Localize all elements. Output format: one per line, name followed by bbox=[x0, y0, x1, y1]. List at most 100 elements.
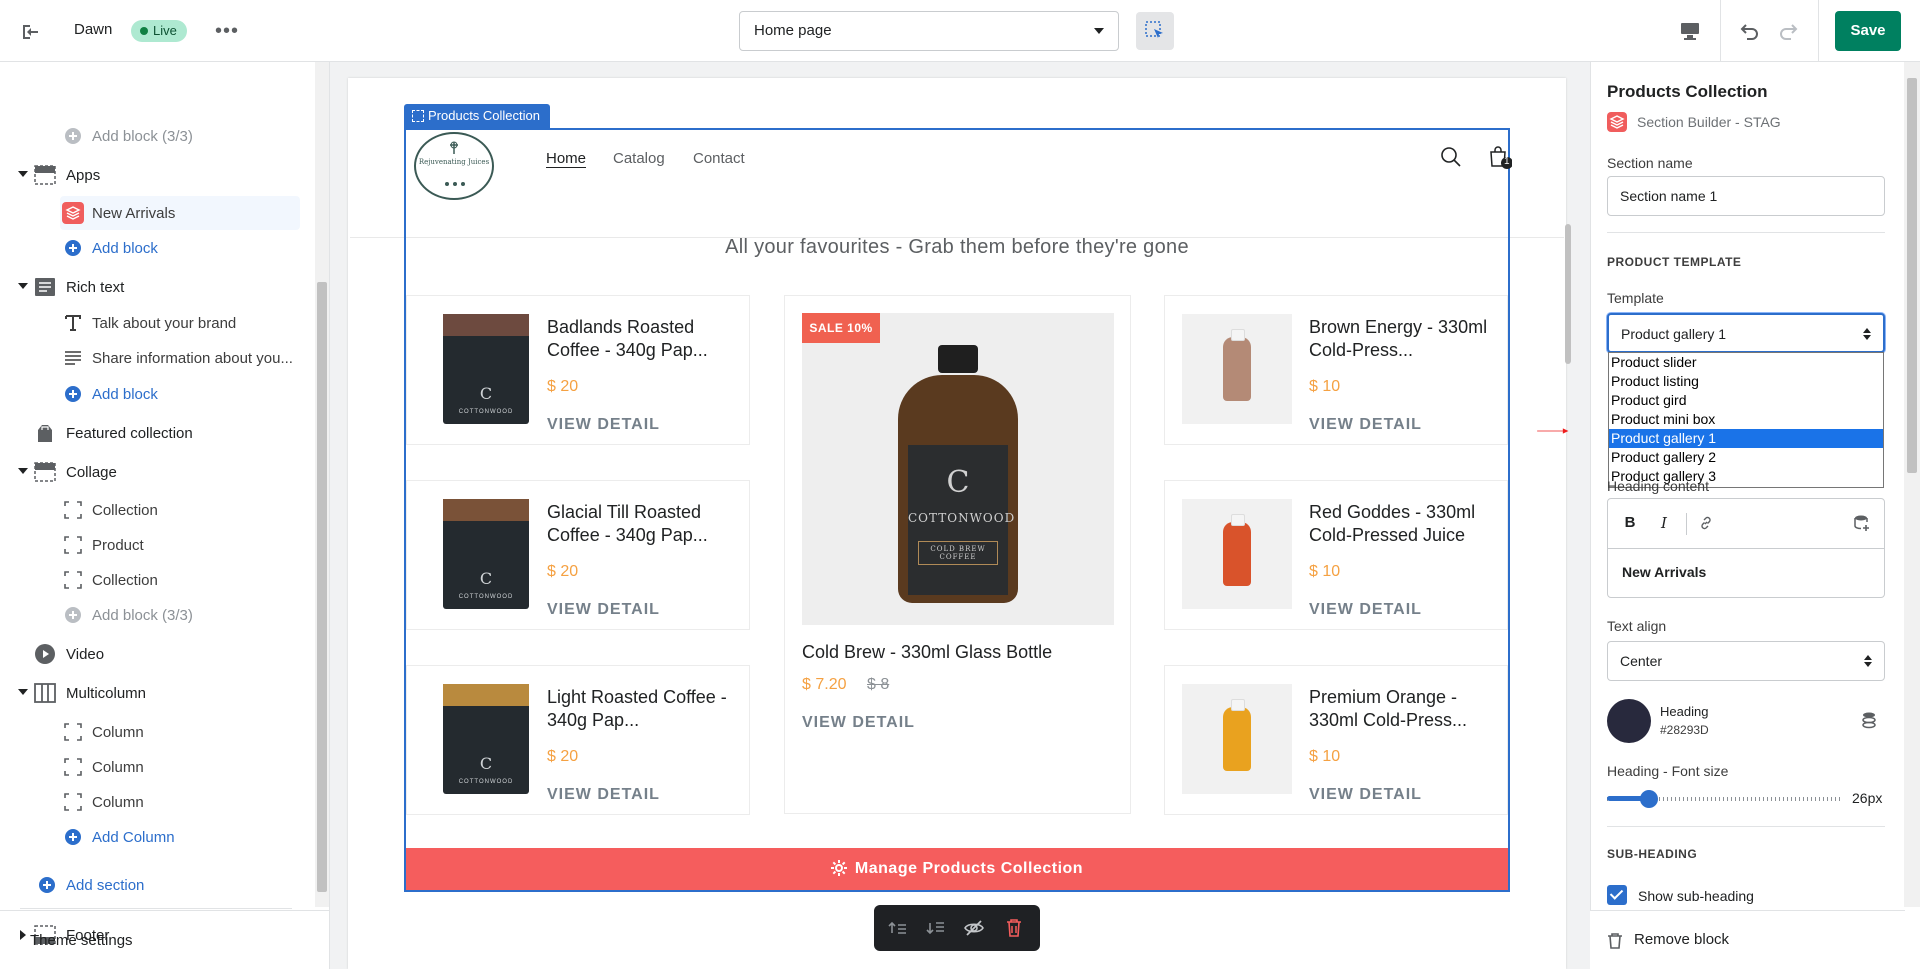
redo-icon[interactable] bbox=[1774, 18, 1802, 44]
template-select-value: Product gallery 1 bbox=[1621, 326, 1727, 342]
manage-products-collection-button[interactable]: Manage Products Collection bbox=[406, 848, 1508, 890]
sidebar-item-video[interactable]: Video bbox=[0, 637, 315, 671]
page-selector[interactable]: Home page bbox=[739, 11, 1119, 51]
sidebar-item-rich-text[interactable]: Rich text bbox=[0, 270, 315, 304]
view-detail-link[interactable]: VIEW DETAIL bbox=[1309, 601, 1422, 619]
product-title[interactable]: Light Roasted Coffee - 340g Pap... bbox=[547, 686, 737, 732]
exit-icon[interactable] bbox=[18, 20, 42, 44]
scrollbar-thumb[interactable] bbox=[1907, 78, 1917, 473]
desktop-preview-icon[interactable] bbox=[1676, 18, 1704, 44]
view-detail-link[interactable]: VIEW DETAIL bbox=[1309, 416, 1422, 434]
product-title[interactable]: Red Goddes - 330ml Cold-Pressed Juice bbox=[1309, 501, 1499, 547]
product-image[interactable]: C COTTONWOOD COLD BREW COFFEE bbox=[802, 313, 1114, 625]
search-icon[interactable] bbox=[1440, 146, 1462, 168]
move-down-icon[interactable] bbox=[924, 916, 948, 940]
template-option[interactable]: Product slider bbox=[1609, 353, 1883, 372]
template-option[interactable]: Product mini box bbox=[1609, 410, 1883, 429]
sidebar-item-product[interactable]: Product bbox=[0, 528, 315, 562]
product-title[interactable]: Brown Energy - 330ml Cold-Press... bbox=[1309, 316, 1499, 362]
sidebar-item-new-arrivals[interactable]: New Arrivals bbox=[60, 196, 300, 230]
sidebar-scrollbar[interactable] bbox=[315, 62, 329, 907]
view-detail-link[interactable]: VIEW DETAIL bbox=[547, 601, 660, 619]
sidebar-item-column[interactable]: Column bbox=[0, 785, 315, 819]
product-image[interactable]: C COTTONWOOD bbox=[431, 684, 541, 794]
font-size-slider[interactable] bbox=[1607, 790, 1843, 808]
view-detail-link[interactable]: VIEW DETAIL bbox=[802, 714, 915, 732]
template-option[interactable]: Product gallery 1 bbox=[1609, 429, 1883, 448]
product-card[interactable]: C COTTONWOOD Glacial Till Roasted Coffee -… bbox=[406, 480, 750, 630]
remove-block-button[interactable]: Remove block bbox=[1590, 910, 1905, 969]
product-image[interactable] bbox=[1182, 314, 1292, 424]
store-logo[interactable]: Rejuvenating Juices bbox=[414, 132, 494, 200]
add-section-button[interactable]: Add section bbox=[0, 868, 315, 902]
chevron-down-icon[interactable] bbox=[18, 689, 28, 695]
heading-color-swatch[interactable] bbox=[1607, 699, 1651, 743]
chevron-down-icon[interactable] bbox=[18, 171, 28, 177]
view-detail-link[interactable]: VIEW DETAIL bbox=[547, 416, 660, 434]
product-card[interactable]: Red Goddes - 330ml Cold-Pressed Juice $ 1… bbox=[1164, 480, 1508, 630]
template-dropdown-options[interactable]: Product slider Product listing Product gir… bbox=[1608, 352, 1884, 488]
template-label: Template bbox=[1607, 290, 1664, 306]
sidebar-item-label: Multicolumn bbox=[66, 684, 147, 702]
save-button[interactable]: Save bbox=[1835, 11, 1901, 51]
product-title[interactable]: Cold Brew - 330ml Glass Bottle bbox=[802, 642, 1052, 663]
product-image[interactable]: C COTTONWOOD bbox=[431, 314, 541, 424]
nav-link-catalog[interactable]: Catalog bbox=[613, 150, 665, 167]
nav-link-home[interactable]: Home bbox=[546, 150, 587, 168]
sidebar-item-share-information-about-you[interactable]: Share information about you... bbox=[0, 341, 315, 375]
sidebar-item-column[interactable]: Column bbox=[0, 715, 315, 749]
sidebar-item-column[interactable]: Column bbox=[0, 750, 315, 784]
hide-section-icon[interactable] bbox=[962, 916, 986, 940]
product-title[interactable]: Glacial Till Roasted Coffee - 340g Pap..… bbox=[547, 501, 737, 547]
product-card[interactable]: Brown Energy - 330ml Cold-Press... $ 10 VI… bbox=[1164, 295, 1508, 445]
move-up-icon[interactable] bbox=[886, 916, 910, 940]
product-card[interactable]: C COTTONWOOD Light Roasted Coffee - 340g P… bbox=[406, 665, 750, 815]
product-title[interactable]: Badlands Roasted Coffee - 340g Pap... bbox=[547, 316, 737, 362]
cart-icon[interactable]: 1 bbox=[1486, 144, 1512, 170]
panel-scrollbar[interactable] bbox=[1904, 62, 1920, 907]
featured-product-card[interactable]: C COTTONWOOD COLD BREW COFFEE SALE 10% C… bbox=[784, 295, 1131, 814]
product-title[interactable]: Premium Orange - 330ml Cold-Press... bbox=[1309, 686, 1499, 732]
text-align-select[interactable]: Center bbox=[1607, 641, 1885, 681]
sidebar-item-collection[interactable]: Collection bbox=[0, 493, 315, 527]
product-image[interactable] bbox=[1182, 684, 1292, 794]
add-block-button[interactable]: Add Column bbox=[0, 820, 315, 854]
italic-icon[interactable]: I bbox=[1654, 513, 1674, 533]
view-detail-link[interactable]: VIEW DETAIL bbox=[547, 786, 660, 804]
chevron-down-icon[interactable] bbox=[18, 283, 28, 289]
product-card[interactable]: C COTTONWOOD Badlands Roasted Coffee - 340… bbox=[406, 295, 750, 445]
heading-content-editor[interactable]: B I New Arrivals bbox=[1607, 498, 1885, 598]
sidebar-item-collage[interactable]: Collage bbox=[0, 455, 315, 489]
product-image[interactable]: C COTTONWOOD bbox=[431, 499, 541, 609]
theme-settings-button[interactable]: Theme settings bbox=[0, 910, 330, 969]
sidebar-item-collection[interactable]: Collection bbox=[0, 563, 315, 597]
more-actions-icon[interactable]: ••• bbox=[214, 18, 240, 44]
product-card[interactable]: Premium Orange - 330ml Cold-Press... $ 10… bbox=[1164, 665, 1508, 815]
section-name-input[interactable]: Section name 1 bbox=[1607, 176, 1885, 216]
show-subheading-checkbox[interactable] bbox=[1607, 885, 1627, 905]
sidebar-item-multicolumn[interactable]: Multicolumn bbox=[0, 676, 315, 710]
bold-icon[interactable]: B bbox=[1620, 513, 1640, 533]
dynamic-source-icon[interactable] bbox=[1852, 513, 1872, 533]
template-option[interactable]: Product gird bbox=[1609, 391, 1883, 410]
chevron-down-icon[interactable] bbox=[18, 468, 28, 474]
sidebar-item-featured-collection[interactable]: Featured collection bbox=[0, 416, 315, 450]
template-option[interactable]: Product listing bbox=[1609, 372, 1883, 391]
preview-scrollbar-thumb[interactable] bbox=[1565, 224, 1571, 364]
template-option[interactable]: Product gallery 2 bbox=[1609, 448, 1883, 467]
inspector-cursor-icon[interactable] bbox=[1136, 12, 1174, 50]
nav-link-contact[interactable]: Contact bbox=[693, 150, 745, 167]
link-icon[interactable] bbox=[1696, 513, 1716, 533]
add-block-button[interactable]: Add block bbox=[0, 231, 315, 265]
delete-icon[interactable] bbox=[1002, 916, 1026, 940]
template-select[interactable]: Product gallery 1 bbox=[1607, 313, 1885, 353]
undo-icon[interactable] bbox=[1736, 18, 1764, 44]
add-block-button[interactable]: Add block bbox=[0, 377, 315, 411]
dynamic-source-icon[interactable] bbox=[1858, 709, 1880, 731]
product-image[interactable] bbox=[1182, 499, 1292, 609]
selected-section-label[interactable]: Products Collection bbox=[404, 104, 550, 128]
view-detail-link[interactable]: VIEW DETAIL bbox=[1309, 786, 1422, 804]
sidebar-item-apps[interactable]: Apps bbox=[0, 158, 315, 192]
sidebar-item-talk-about-your-brand[interactable]: Talk about your brand bbox=[0, 306, 315, 340]
scrollbar-thumb[interactable] bbox=[317, 282, 327, 892]
